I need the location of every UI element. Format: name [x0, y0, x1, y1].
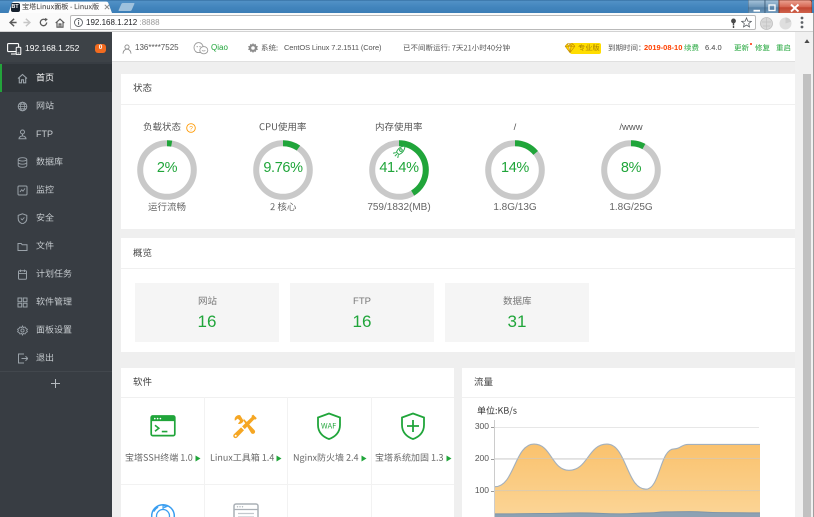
svg-text:?: ?	[189, 125, 193, 132]
